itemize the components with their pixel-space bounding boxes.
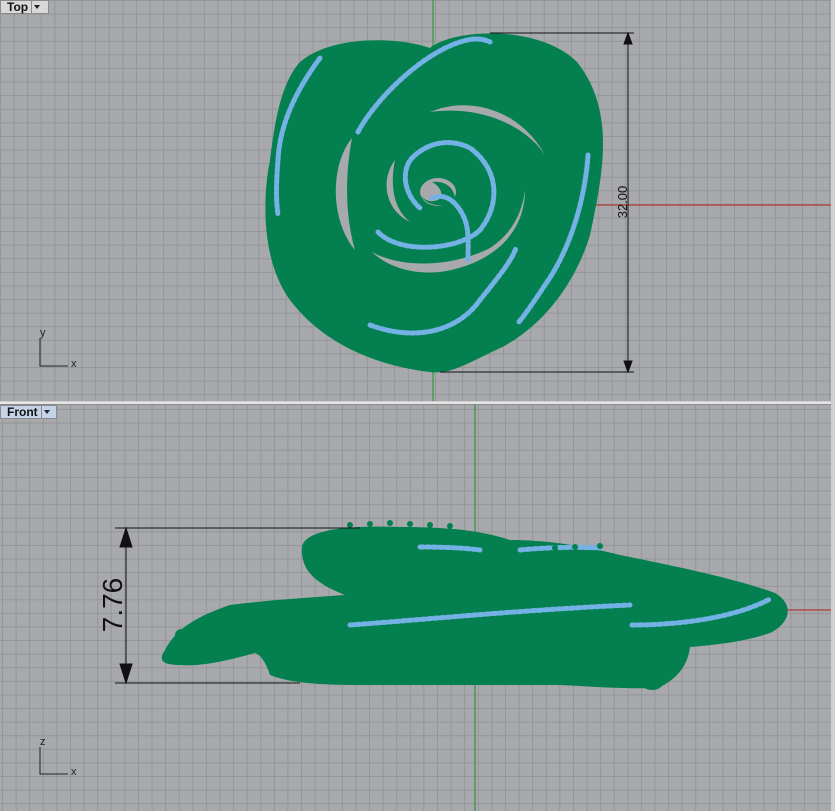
axis-gizmo-x-label: x [71, 358, 77, 370]
viewport-tab-label: Top [7, 0, 29, 14]
axis-gizmo-x-label-front: x [71, 766, 77, 778]
viewport-tab-label: Front [7, 405, 38, 419]
axis-gizmo-front [39, 747, 68, 775]
dimension-label-top: 32.00 [615, 186, 630, 219]
front-view-canvas[interactable]: 7.76 z x [0, 405, 835, 811]
dimension-label-front: 7.76 [97, 578, 128, 633]
chevron-down-icon[interactable] [31, 1, 42, 13]
window-edge [831, 0, 835, 811]
top-view-canvas[interactable]: 32.00 y x [0, 0, 835, 401]
viewport-tab-front[interactable]: Front [0, 405, 57, 419]
viewport-tab-top[interactable]: Top [0, 0, 49, 14]
viewport-top[interactable]: 32.00 y x Top [0, 0, 835, 401]
axis-gizmo-z-label: z [40, 736, 46, 748]
axis-gizmo-y-label: y [40, 327, 46, 339]
pendant-front-view[interactable] [161, 520, 788, 690]
chevron-down-icon[interactable] [40, 406, 52, 418]
axis-gizmo-top [39, 338, 68, 367]
viewport-front[interactable]: 7.76 z x Front [0, 405, 835, 811]
pendant-top-view[interactable] [265, 33, 604, 373]
